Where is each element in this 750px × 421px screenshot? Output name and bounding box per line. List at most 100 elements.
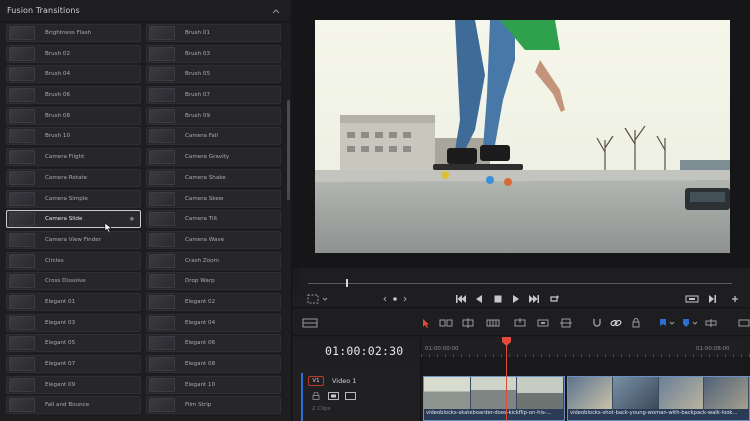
skip-end-icon[interactable] (708, 294, 718, 304)
transition-item[interactable]: Brush 03 (146, 44, 281, 63)
transition-label: Brightness Flash (45, 30, 92, 36)
lock-icon[interactable] (631, 318, 641, 328)
jog-control-icon[interactable] (383, 294, 407, 304)
viewer-scrubber[interactable] (300, 268, 750, 290)
transition-item[interactable]: Cross Dissolve (6, 272, 141, 291)
transition-item[interactable]: Elegant 10 (146, 375, 281, 394)
transition-item[interactable]: Brush 02 (6, 44, 141, 63)
transition-thumbnail (9, 191, 35, 206)
transition-item[interactable]: Camera Tilt (146, 210, 281, 229)
track-name[interactable]: Video 1 (332, 377, 356, 385)
transition-item[interactable]: Brush 08 (6, 106, 141, 125)
transition-row: Brush 04 Brush 05 (6, 65, 282, 86)
transition-item[interactable]: Drop Warp (146, 272, 281, 291)
transition-item[interactable]: Brush 05 (146, 65, 281, 84)
snap-icon[interactable] (591, 318, 603, 328)
transition-item[interactable]: Elegant 03 (6, 313, 141, 332)
transition-item[interactable]: Camera View Finder (6, 230, 141, 249)
auto-select-icon[interactable] (328, 392, 339, 400)
dynamic-trim-icon[interactable] (461, 318, 475, 328)
transition-item[interactable]: Camera Simple (6, 189, 141, 208)
transition-item[interactable]: Brush 09 (146, 106, 281, 125)
transition-item[interactable]: Brush 04 (6, 65, 141, 84)
transition-item[interactable]: Brush 10 (6, 127, 141, 146)
link-icon[interactable] (610, 318, 622, 328)
transition-item[interactable]: Circles (6, 251, 141, 270)
transition-item[interactable]: Elegant 01 (6, 292, 141, 311)
transition-thumbnail (9, 67, 35, 82)
loop-icon[interactable] (548, 294, 560, 304)
transition-thumbnail (149, 108, 175, 123)
reverse-play-icon[interactable] (474, 294, 484, 304)
transition-item[interactable]: Brush 07 (146, 86, 281, 105)
transition-item[interactable]: Camera Fall (146, 127, 281, 146)
transition-item[interactable]: Elegant 08 (146, 355, 281, 373)
track-visibility-icon[interactable] (345, 392, 356, 400)
transition-item[interactable]: Brightness Flash (6, 24, 141, 42)
stop-icon[interactable] (493, 294, 503, 304)
flag-icon[interactable] (659, 318, 667, 328)
playhead-marker-icon[interactable] (502, 337, 511, 346)
marker-icon[interactable] (682, 318, 690, 328)
transition-item[interactable]: Brush 06 (6, 86, 141, 105)
transition-label: Elegant 09 (45, 381, 76, 388)
blade-icon[interactable] (486, 318, 500, 328)
transition-item[interactable]: Camera Skew (146, 189, 281, 208)
play-icon[interactable] (511, 294, 521, 304)
scrub-track[interactable] (308, 283, 732, 284)
transition-label: Elegant 01 (45, 298, 76, 305)
trim-mode-icon[interactable] (439, 318, 453, 328)
viewer-options-icon[interactable] (307, 294, 319, 304)
transition-label: Elegant 08 (185, 361, 216, 367)
replace-clip-icon[interactable] (559, 318, 573, 328)
transition-item[interactable]: Elegant 02 (146, 292, 281, 311)
transition-item[interactable]: Brush 01 (146, 24, 281, 42)
transition-item[interactable]: Camera Rotate (6, 168, 141, 187)
transition-item[interactable]: Camera Slide ★ (6, 210, 141, 229)
transition-item[interactable]: Crash Zoom (146, 251, 281, 270)
clip-thumbnail (568, 377, 614, 409)
transition-item[interactable]: Elegant 04 (146, 313, 281, 332)
lock-icon[interactable] (312, 392, 320, 400)
transition-item[interactable]: Elegant 05 (6, 334, 141, 353)
timeline-view-icon[interactable] (302, 318, 318, 328)
playhead-line[interactable] (506, 340, 507, 421)
overwrite-clip-icon[interactable] (536, 318, 550, 328)
collapse-chevron-icon[interactable] (271, 6, 281, 16)
clip-thumbnail (517, 377, 564, 409)
next-edit-icon[interactable] (528, 294, 540, 304)
transition-item[interactable]: Camera Shake (146, 168, 281, 187)
transition-thumbnail (9, 88, 35, 103)
transition-thumbnail (9, 294, 35, 309)
transition-item[interactable]: Fall and Bounce (6, 396, 141, 415)
selection-mode-icon[interactable] (421, 318, 431, 328)
timeline-clip[interactable]: videoblocks-skateboarder-does-kickflip-o… (423, 376, 565, 421)
mouse-cursor-icon (104, 222, 113, 234)
transition-item[interactable]: Elegant 09 (6, 375, 141, 394)
scrub-handle[interactable] (346, 279, 348, 287)
transition-item[interactable]: Camera Wave (146, 230, 281, 249)
zoom-icon[interactable] (705, 318, 717, 328)
transition-row: Elegant 03 Elegant 04 (6, 313, 282, 335)
clip-thumbnail (703, 377, 749, 409)
track-id-badge[interactable]: V1 (308, 376, 324, 386)
prev-edit-icon[interactable] (455, 294, 467, 304)
transition-item[interactable]: Camera Flight (6, 148, 141, 167)
favorite-star-icon[interactable]: ★ (129, 215, 135, 224)
timeline-ruler[interactable]: 01:00:00:00 01:00:08:00 (421, 337, 750, 357)
chevron-down-icon[interactable] (692, 318, 698, 328)
panel-scrollbar[interactable] (287, 100, 290, 200)
transition-label: Brush 01 (185, 30, 211, 36)
transition-label: Elegant 02 (185, 298, 216, 305)
insert-clip-icon[interactable] (513, 318, 527, 328)
timeline-clip[interactable]: videoblocks-shot-back-young-woman-with-b… (567, 376, 750, 421)
chevron-down-icon[interactable] (322, 294, 328, 304)
chevron-down-icon[interactable] (669, 318, 675, 328)
transition-item[interactable]: Elegant 06 (146, 334, 281, 353)
zoom-full-icon[interactable] (738, 318, 750, 328)
transition-item[interactable]: Camera Gravity (146, 148, 281, 167)
transition-item[interactable]: Film Strip (146, 396, 281, 415)
transition-item[interactable]: Elegant 07 (6, 355, 141, 373)
marker-add-icon[interactable] (730, 294, 740, 304)
match-frame-icon[interactable] (685, 294, 699, 304)
